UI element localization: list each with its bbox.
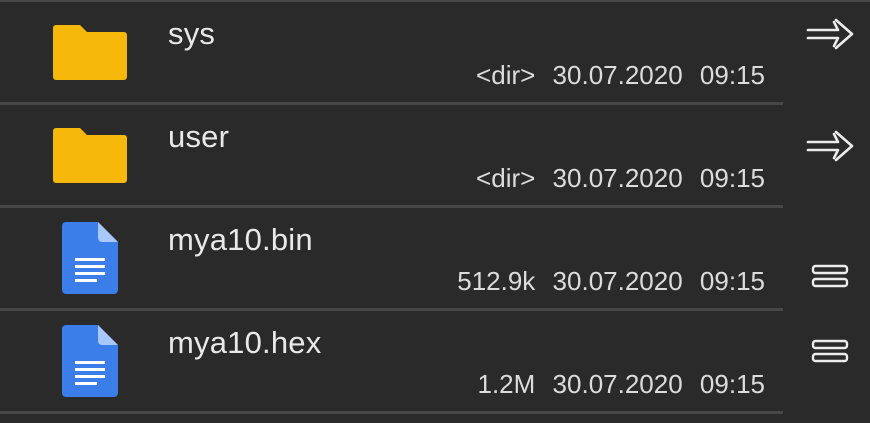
file-meta: <dir> 30.07.2020 09:15 bbox=[476, 163, 765, 194]
file-name: user bbox=[168, 119, 230, 154]
file-size: <dir> bbox=[476, 60, 536, 90]
file-size: 512.9k bbox=[457, 266, 536, 296]
file-date: 30.07.2020 bbox=[552, 369, 683, 399]
file-meta: 1.2M 30.07.2020 09:15 bbox=[478, 369, 766, 400]
file-list: sys <dir> 30.07.2020 09:15 user <dir> 30… bbox=[0, 0, 870, 423]
file-time: 09:15 bbox=[699, 369, 765, 399]
arrow-right-icon[interactable] bbox=[800, 124, 860, 168]
list-item[interactable]: mya10.hex 1.2M 30.07.2020 09:15 bbox=[0, 311, 783, 414]
list-item[interactable]: mya10.bin 512.9k 30.07.2020 09:15 bbox=[0, 208, 783, 311]
file-date: 30.07.2020 bbox=[552, 266, 683, 296]
folder-icon bbox=[40, 105, 140, 205]
menu-icon[interactable] bbox=[800, 329, 860, 373]
file-time: 09:15 bbox=[699, 163, 765, 193]
menu-icon[interactable] bbox=[800, 254, 860, 298]
file-date: 30.07.2020 bbox=[552, 163, 683, 193]
file-time: 09:15 bbox=[699, 60, 765, 90]
list-item[interactable]: user <dir> 30.07.2020 09:15 bbox=[0, 105, 783, 208]
arrow-right-icon[interactable] bbox=[800, 12, 860, 56]
document-icon bbox=[40, 208, 140, 308]
file-name: mya10.bin bbox=[168, 222, 313, 257]
file-meta: 512.9k 30.07.2020 09:15 bbox=[457, 266, 765, 297]
file-date: 30.07.2020 bbox=[552, 60, 683, 90]
file-meta: <dir> 30.07.2020 09:15 bbox=[476, 60, 765, 91]
folder-icon bbox=[40, 2, 140, 102]
file-name: mya10.hex bbox=[168, 325, 322, 360]
file-size: 1.2M bbox=[477, 369, 536, 399]
file-time: 09:15 bbox=[699, 266, 765, 296]
document-icon bbox=[40, 311, 140, 411]
file-name: sys bbox=[168, 16, 216, 51]
list-item[interactable]: sys <dir> 30.07.2020 09:15 bbox=[0, 2, 783, 105]
file-size: <dir> bbox=[476, 163, 536, 193]
